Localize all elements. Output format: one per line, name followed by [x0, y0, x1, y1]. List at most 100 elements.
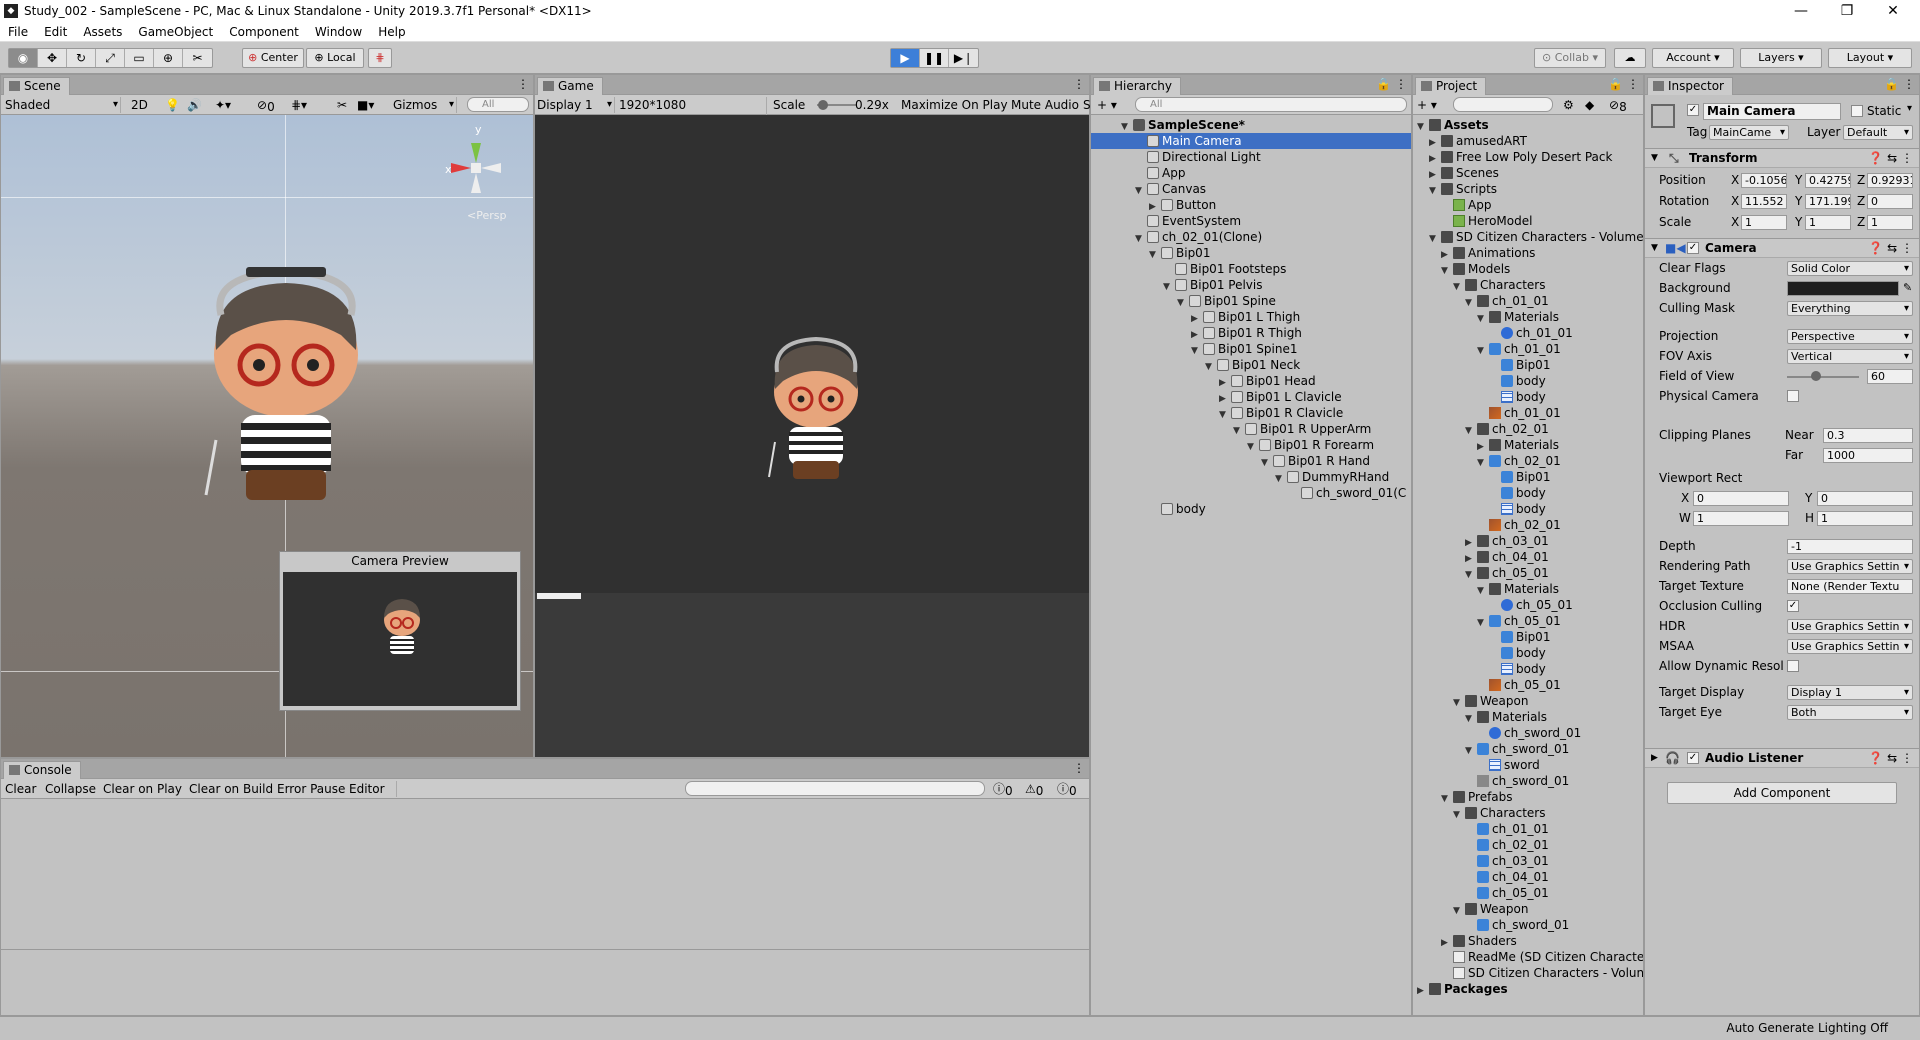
mute-audio-toggle[interactable]: Mute Audio	[1011, 97, 1079, 113]
hierarchy-item-row[interactable]: ▶ Bip01 L Clavicle	[1091, 389, 1411, 405]
project-item-row[interactable]: body	[1413, 373, 1643, 389]
project-item-row[interactable]: ch_05_01	[1413, 677, 1643, 693]
error-pause-button[interactable]: Error Pause	[277, 781, 345, 797]
project-item-row[interactable]: App	[1413, 197, 1643, 213]
menu-assets[interactable]: Assets	[75, 25, 130, 39]
gizmos-dropdown[interactable]: Gizmos	[393, 97, 457, 113]
static-dropdown-icon[interactable]: ▾	[1907, 103, 1912, 114]
camera-icon[interactable]: ■▾	[357, 97, 374, 113]
project-item-row[interactable]: ch_04_01	[1413, 869, 1643, 885]
cloud-icon[interactable]: ☁	[1614, 48, 1646, 68]
fov-axis-dropdown[interactable]: Vertical	[1787, 349, 1913, 364]
project-item-row[interactable]: ▼ Materials	[1413, 709, 1643, 725]
clear-button[interactable]: Clear	[5, 781, 36, 797]
position-z-input[interactable]: 0.92931	[1867, 173, 1913, 188]
project-item-row[interactable]: ▼ ch_02_01	[1413, 453, 1643, 469]
occlusion-checkbox[interactable]: ✓	[1787, 600, 1799, 612]
hierarchy-item-row[interactable]: Directional Light	[1091, 149, 1411, 165]
projection-dropdown[interactable]: Perspective	[1787, 329, 1913, 344]
tab-scene[interactable]: Scene	[3, 77, 70, 95]
hidden-objects-icon[interactable]: ⊘ 0	[257, 97, 275, 114]
project-item-row[interactable]: ▼ ch_01_01	[1413, 341, 1643, 357]
audio-icon[interactable]: 🔊	[187, 97, 202, 113]
project-item-row[interactable]: ch_02_01	[1413, 837, 1643, 853]
target-display-dropdown[interactable]: Display 1	[1787, 685, 1913, 700]
effects-icon[interactable]: ✦▾	[215, 97, 231, 113]
rendering-path-dropdown[interactable]: Use Graphics Settin	[1787, 559, 1913, 574]
project-item-row[interactable]: ▶ Free Low Poly Desert Pack	[1413, 149, 1643, 165]
minimize-icon[interactable]: —	[1778, 0, 1824, 22]
custom-tool-icon[interactable]: ✂	[183, 49, 212, 67]
project-item-row[interactable]: ▼ Prefabs	[1413, 789, 1643, 805]
account-dropdown[interactable]: Account ▾	[1652, 48, 1734, 68]
tab-hierarchy[interactable]: Hierarchy	[1093, 77, 1182, 95]
menu-help[interactable]: Help	[370, 25, 413, 39]
project-item-row[interactable]: SD Citizen Characters - Volun	[1413, 965, 1643, 981]
project-item-row[interactable]: ▼ ch_05_01	[1413, 613, 1643, 629]
project-item-row[interactable]: ▼ ch_01_01	[1413, 293, 1643, 309]
hierarchy-item-row[interactable]: ▼ Bip01 R Forearm	[1091, 437, 1411, 453]
transform-header[interactable]: ▼ ⤡ Transform ❓ ⇆ ⋮	[1645, 148, 1919, 168]
pivot-local-button[interactable]: ⊕ Local	[306, 48, 364, 68]
project-item-row[interactable]: ▼ Weapon	[1413, 693, 1643, 709]
hierarchy-search-input[interactable]: All	[1135, 97, 1407, 112]
scale-tool-icon[interactable]: ⤢	[96, 49, 125, 67]
project-item-row[interactable]: ▼ ch_05_01	[1413, 565, 1643, 581]
viewport-y-input[interactable]: 0	[1817, 491, 1913, 506]
2d-toggle[interactable]: 2D	[131, 97, 148, 113]
msaa-dropdown[interactable]: Use Graphics Settin	[1787, 639, 1913, 654]
near-input[interactable]: 0.3	[1823, 428, 1913, 443]
hierarchy-item-row[interactable]: ▼ Bip01 R Clavicle	[1091, 405, 1411, 421]
foldout-arrow-icon[interactable]: ▶	[1651, 749, 1658, 768]
pause-icon[interactable]: ❚❚	[920, 49, 949, 67]
hierarchy-item-row[interactable]: Bip01 Footsteps	[1091, 261, 1411, 277]
project-item-row[interactable]: sword	[1413, 757, 1643, 773]
project-item-row[interactable]: ch_01_01	[1413, 325, 1643, 341]
hierarchy-item-row[interactable]: ▶ Button	[1091, 197, 1411, 213]
viewport-h-input[interactable]: 1	[1817, 511, 1913, 526]
menu-window[interactable]: Window	[307, 25, 370, 39]
hierarchy-item-row[interactable]: ▶ Bip01 R Thigh	[1091, 325, 1411, 341]
project-item-row[interactable]: ch_02_01	[1413, 517, 1643, 533]
scale-z-input[interactable]: 1	[1867, 215, 1913, 230]
hierarchy-item-row[interactable]: ▼ Canvas	[1091, 181, 1411, 197]
fov-input[interactable]: 60	[1867, 369, 1913, 384]
layout-dropdown[interactable]: Layout ▾	[1828, 48, 1912, 68]
project-item-row[interactable]: body	[1413, 485, 1643, 501]
info-count-icon[interactable]: ⓘ 0	[993, 781, 1013, 798]
pivot-center-button[interactable]: ⊕ Center	[242, 48, 304, 68]
active-checkbox[interactable]: ✓	[1687, 104, 1699, 116]
menu-edit[interactable]: Edit	[36, 25, 75, 39]
collapse-button[interactable]: Collapse	[45, 781, 96, 797]
scene-viewport[interactable]: y x <Persp Camera Preview	[1, 115, 533, 757]
project-item-row[interactable]: ▼ Characters	[1413, 277, 1643, 293]
persp-label[interactable]: <Persp	[467, 209, 506, 222]
project-item-row[interactable]: ▼ Models	[1413, 261, 1643, 277]
shading-mode-dropdown[interactable]: Shaded	[5, 97, 121, 113]
panel-menu-icon[interactable]: 🔒 ⋮	[1884, 77, 1915, 91]
component-menu-icon[interactable]: ❓ ⇆ ⋮	[1868, 749, 1913, 768]
hierarchy-item-row[interactable]: ▼ ch_02_01(Clone)	[1091, 229, 1411, 245]
project-item-row[interactable]: HeroModel	[1413, 213, 1643, 229]
move-tool-icon[interactable]: ✥	[38, 49, 67, 67]
hierarchy-item-row[interactable]: ▼ Bip01 R UpperArm	[1091, 421, 1411, 437]
project-item-row[interactable]: ch_03_01	[1413, 853, 1643, 869]
hierarchy-item-row[interactable]: App	[1091, 165, 1411, 181]
hierarchy-item-row[interactable]: ▶ Bip01 L Thigh	[1091, 309, 1411, 325]
project-item-row[interactable]: ▶ Scenes	[1413, 165, 1643, 181]
panel-menu-icon[interactable]: ⋮	[1073, 77, 1085, 91]
tab-project[interactable]: Project	[1415, 77, 1487, 95]
static-checkbox[interactable]	[1851, 105, 1863, 117]
project-item-row[interactable]: Bip01	[1413, 357, 1643, 373]
project-item-row[interactable]: ReadMe (SD Citizen Characte	[1413, 949, 1643, 965]
panel-menu-icon[interactable]: 🔒 ⋮	[1376, 77, 1407, 91]
fov-slider-handle[interactable]	[1811, 371, 1821, 381]
rotation-x-input[interactable]: 11.552	[1741, 194, 1787, 209]
collapsed-arrow-icon[interactable]: ▶	[1417, 983, 1429, 999]
menu-gameobject[interactable]: GameObject	[130, 25, 221, 39]
hierarchy-item-row[interactable]: ▼ SampleScene*	[1091, 117, 1411, 133]
target-texture-field[interactable]: None (Render Textu	[1787, 579, 1913, 594]
project-item-row[interactable]: body	[1413, 501, 1643, 517]
background-color-swatch[interactable]	[1787, 281, 1899, 296]
dynres-checkbox[interactable]	[1787, 660, 1799, 672]
